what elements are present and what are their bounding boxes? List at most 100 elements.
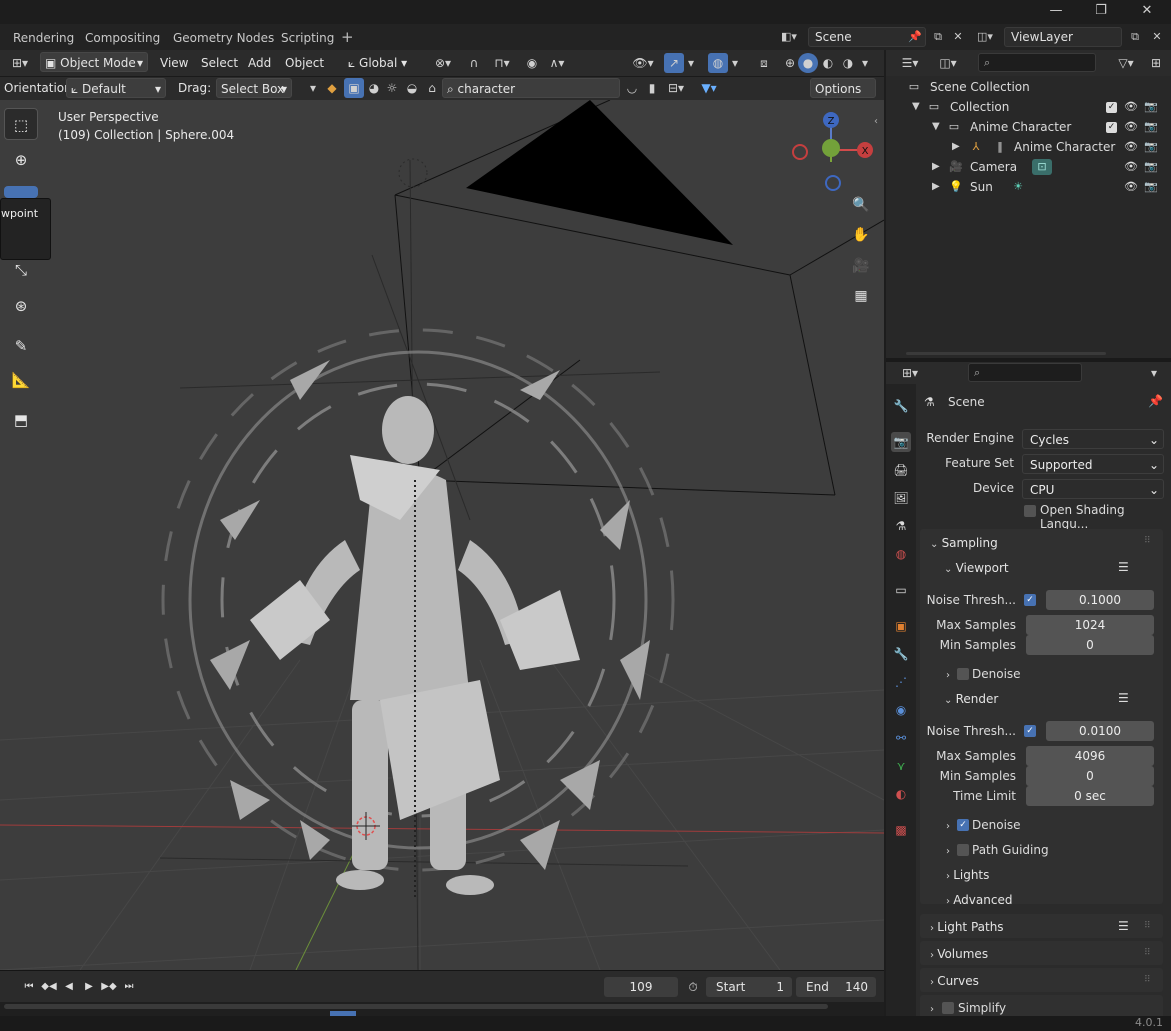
editor-type-icon[interactable]: ⊞▾: [896, 363, 924, 383]
vp-denoise-checkbox[interactable]: [957, 668, 969, 680]
light-filter-icon[interactable]: ☼: [382, 78, 402, 98]
drag-handle-icon[interactable]: ⠿: [1144, 921, 1151, 931]
r-noise-checkbox[interactable]: ✓: [1024, 725, 1036, 737]
new-collection-icon[interactable]: ⊞: [1146, 53, 1166, 73]
outliner-search-input[interactable]: ⌕: [978, 53, 1096, 72]
drag-handle-icon[interactable]: ⠿: [1144, 948, 1151, 958]
render-camera-icon[interactable]: 📷: [1144, 119, 1158, 135]
rendered-shading-icon[interactable]: ◑: [838, 53, 858, 73]
menu-add[interactable]: Add: [244, 53, 275, 73]
exclude-checkbox[interactable]: ✓: [1106, 102, 1117, 113]
editor-type-icon[interactable]: ⊞▾: [6, 53, 34, 73]
navigation-gizmo[interactable]: Z X: [790, 110, 880, 205]
r-min-field[interactable]: 0: [1026, 766, 1154, 786]
display-mode-icon[interactable]: ⊟▾: [662, 78, 690, 98]
add-cube-tool[interactable]: ⬒: [4, 404, 38, 436]
editor-type-icon[interactable]: ☰▾: [896, 53, 924, 73]
sidebar-toggle-icon[interactable]: ‹: [874, 116, 878, 127]
viewport-subheader[interactable]: ⌄ Viewport: [944, 556, 1009, 580]
material-shading-icon[interactable]: ◐: [818, 53, 838, 73]
r-noise-field[interactable]: 0.0100: [1046, 721, 1154, 741]
jump-keyframe-back-icon[interactable]: ◆◀: [40, 979, 58, 995]
pan-hand-icon[interactable]: ✋: [848, 222, 874, 248]
visibility-icon[interactable]: 👁▾: [628, 53, 658, 73]
menu-select[interactable]: Select: [197, 53, 242, 73]
bookmark-icon[interactable]: ▮: [642, 78, 662, 98]
expand-arrow-icon[interactable]: ▶: [932, 157, 940, 177]
delete-scene-icon[interactable]: ✕: [947, 28, 969, 46]
jump-end-icon[interactable]: ⏭: [120, 979, 138, 995]
viewlayer-selector-icon[interactable]: ◫▾: [974, 28, 996, 46]
ortho-grid-icon[interactable]: ▦: [848, 283, 874, 309]
eye-icon[interactable]: 👁: [1124, 139, 1138, 155]
modifier-tab-icon[interactable]: 🔧: [891, 644, 911, 664]
r-max-field[interactable]: 4096: [1026, 746, 1154, 766]
data-tab-icon[interactable]: ⋎: [891, 756, 911, 776]
3d-viewport[interactable]: User Perspective (109) Collection | Sphe…: [0, 100, 884, 970]
vp-denoise-subheader[interactable]: ›: [946, 662, 950, 686]
expand-arrow-icon[interactable]: ▶: [952, 137, 960, 157]
render-camera-icon[interactable]: 📷: [1144, 179, 1158, 195]
play-reverse-icon[interactable]: ◀: [60, 979, 78, 995]
timeline-scrollbar[interactable]: [4, 1004, 828, 1009]
measure-tool[interactable]: 📐: [4, 364, 38, 396]
render-tab-icon[interactable]: 📷: [891, 432, 911, 452]
constraints-tab-icon[interactable]: ⚯: [891, 728, 911, 748]
presets-list-icon[interactable]: ☰: [1118, 560, 1129, 574]
render-camera-icon[interactable]: 📷: [1144, 139, 1158, 155]
feature-set-dropdown[interactable]: Supported ⌄: [1022, 454, 1164, 474]
expand-arrow-icon[interactable]: ▼: [912, 97, 920, 117]
camera-view-icon[interactable]: 🎥: [848, 253, 874, 279]
object-type-filter-icon[interactable]: ◆: [322, 78, 342, 98]
timeline-ruler[interactable]: [0, 1002, 884, 1016]
select-box-tool[interactable]: ⬚: [4, 108, 38, 140]
transform-tool[interactable]: ⊛: [4, 290, 38, 322]
snap-increment-icon[interactable]: ⊓▾: [488, 53, 516, 73]
material-filter-icon[interactable]: ◒: [402, 78, 422, 98]
snap-icon[interactable]: ∩: [464, 53, 484, 73]
output-tab-icon[interactable]: 🖨: [891, 460, 911, 480]
r-denoise-subheader[interactable]: ›: [946, 813, 950, 837]
menu-object[interactable]: Object: [281, 53, 328, 73]
viewlayer-field[interactable]: ViewLayer: [1004, 27, 1122, 47]
tab-geometry-nodes[interactable]: Geometry Nodes: [165, 29, 282, 47]
outliner-row-collection[interactable]: ▼ ▭ Collection ✓ 👁 📷: [886, 97, 1171, 117]
simplify-checkbox[interactable]: [942, 1002, 954, 1014]
eye-icon[interactable]: 👁: [1124, 119, 1138, 135]
orientation-dropdown[interactable]: ⟀ Default ▾: [66, 78, 166, 98]
expand-arrow-icon[interactable]: ▶: [932, 177, 940, 197]
render-subheader[interactable]: ⌄ Render: [944, 687, 998, 711]
outliner-row-sun[interactable]: ▶ 💡 Sun ☀ 👁 📷: [886, 177, 1171, 197]
scene-tab-icon[interactable]: ⚗: [891, 516, 911, 536]
outliner-row-scene-collection[interactable]: ▭ Scene Collection: [886, 77, 1171, 97]
delete-viewlayer-icon[interactable]: ✕: [1146, 28, 1168, 46]
render-camera-icon[interactable]: 📷: [1144, 99, 1158, 115]
pin-icon[interactable]: 📌: [904, 28, 926, 46]
filter-icon[interactable]: ▼▾: [694, 78, 724, 98]
transform-orientation-dropdown[interactable]: ⟀ Global ▾: [344, 53, 422, 73]
move-tool[interactable]: [4, 186, 38, 198]
display-mode-icon[interactable]: ◫▾: [934, 53, 962, 73]
object-tab-icon[interactable]: ▣: [891, 616, 911, 636]
sampling-header[interactable]: ⌄ Sampling: [930, 531, 998, 555]
expand-arrow-icon[interactable]: ▼: [932, 117, 940, 137]
tab-compositing[interactable]: Compositing: [77, 29, 168, 47]
annotate-tool[interactable]: ✎: [4, 330, 38, 362]
minimize-button[interactable]: —: [1033, 0, 1079, 22]
wireframe-shading-icon[interactable]: ⊕: [780, 53, 800, 73]
eye-icon[interactable]: 👁: [1124, 179, 1138, 195]
solid-shading-icon[interactable]: ●: [798, 53, 818, 73]
presets-list-icon[interactable]: ☰: [1118, 691, 1129, 705]
osl-checkbox[interactable]: [1024, 505, 1036, 517]
proportional-edit-icon[interactable]: ◉: [522, 53, 542, 73]
exclude-checkbox[interactable]: ✓: [1106, 122, 1117, 133]
funnel-icon[interactable]: ◡: [622, 78, 642, 98]
vp-noise-checkbox[interactable]: ✓: [1024, 594, 1036, 606]
render-engine-dropdown[interactable]: Cycles ⌄: [1022, 429, 1164, 449]
presets-list-icon[interactable]: ☰: [1118, 919, 1129, 933]
drag-dropdown[interactable]: Select Box ▾: [216, 78, 292, 98]
cursor-tool[interactable]: ⊕: [4, 144, 38, 176]
drag-handle-icon[interactable]: ⠿: [1144, 536, 1151, 546]
add-workspace-button[interactable]: +: [341, 28, 354, 46]
simplify-header[interactable]: ›: [930, 996, 934, 1016]
